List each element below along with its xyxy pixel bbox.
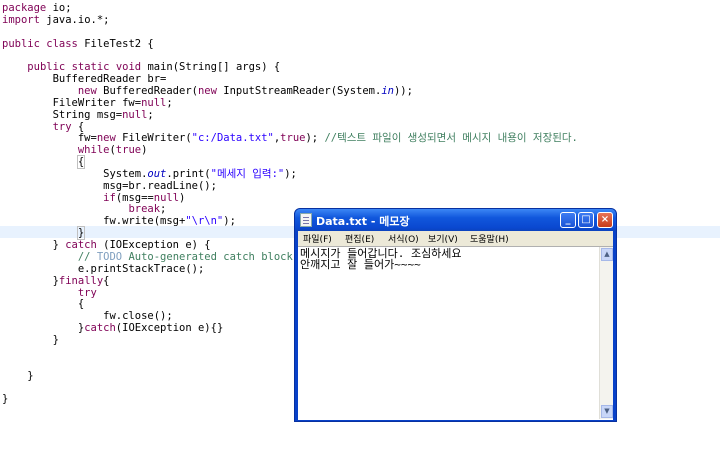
code-line: fw.write(msg+"\r\n");: [2, 215, 236, 227]
scroll-up-icon[interactable]: ▲: [601, 248, 613, 261]
close-button[interactable]: ×: [597, 212, 613, 228]
code-line: break;: [128, 203, 167, 215]
notepad-title-bar[interactable]: Data.txt - 메모장 _ □ ×: [295, 209, 616, 231]
code-line: package io;: [2, 2, 72, 14]
code-line: System.out.print("메세지 입력:");: [2, 168, 297, 180]
code-line: }: [76, 226, 86, 240]
code-line: BufferedReader br=: [2, 73, 167, 85]
code-line: msg=br.readLine();: [2, 180, 217, 192]
menu-view[interactable]: 보기(V): [428, 232, 458, 245]
code-line: {: [76, 155, 86, 169]
code-line: } catch (IOException e) {: [2, 239, 211, 251]
notepad-content: 메시지가 들어갑니다. 조심하세요 안깨지고 잘 들어가~~~~: [300, 247, 462, 271]
code-line: new BufferedReader(new InputStreamReader…: [77, 85, 413, 97]
code-line: {: [2, 298, 85, 310]
code-line: }: [2, 370, 34, 382]
code-line: }finally{: [2, 275, 110, 287]
code-line: public class FileTest2 {: [2, 38, 154, 50]
code-line: import java.io.*;: [2, 14, 110, 26]
code-line: fw=new FileWriter("c:/Data.txt",true); /…: [2, 132, 578, 144]
maximize-button[interactable]: □: [578, 212, 594, 228]
code-line: while(true): [77, 144, 148, 156]
code-line: }catch(IOException e){}: [2, 322, 224, 334]
notepad-icon: [300, 213, 312, 227]
menu-file[interactable]: 파일(F): [303, 232, 332, 245]
code-line: }: [2, 393, 9, 405]
code-line: String msg=null;: [2, 109, 154, 121]
code-line: e.printStackTrace();: [2, 263, 205, 275]
menu-help[interactable]: 도움말(H): [470, 232, 509, 245]
code-line: // TODO Auto-generated catch block: [77, 251, 293, 263]
menu-format[interactable]: 서식(O): [388, 232, 419, 245]
notepad-text-area[interactable]: 메시지가 들어갑니다. 조심하세요 안깨지고 잘 들어가~~~~ ▲ ▼: [298, 246, 613, 420]
code-line: public static void main(String[] args) {: [27, 61, 281, 73]
vertical-scrollbar[interactable]: ▲ ▼: [599, 247, 613, 419]
code-line: FileWriter fw=null;: [2, 97, 173, 109]
notepad-menu-bar: 파일(F) 편집(E) 서식(O) 보기(V) 도움말(H): [298, 231, 613, 246]
menu-edit[interactable]: 편집(E): [345, 232, 374, 245]
code-line: fw.close();: [2, 310, 173, 322]
notepad-window[interactable]: Data.txt - 메모장 _ □ × 파일(F) 편집(E) 서식(O) 보…: [294, 208, 617, 422]
code-line: }: [2, 334, 59, 346]
minimize-button[interactable]: _: [560, 212, 576, 228]
scroll-down-icon[interactable]: ▼: [601, 405, 613, 418]
notepad-title: Data.txt - 메모장: [316, 215, 410, 228]
